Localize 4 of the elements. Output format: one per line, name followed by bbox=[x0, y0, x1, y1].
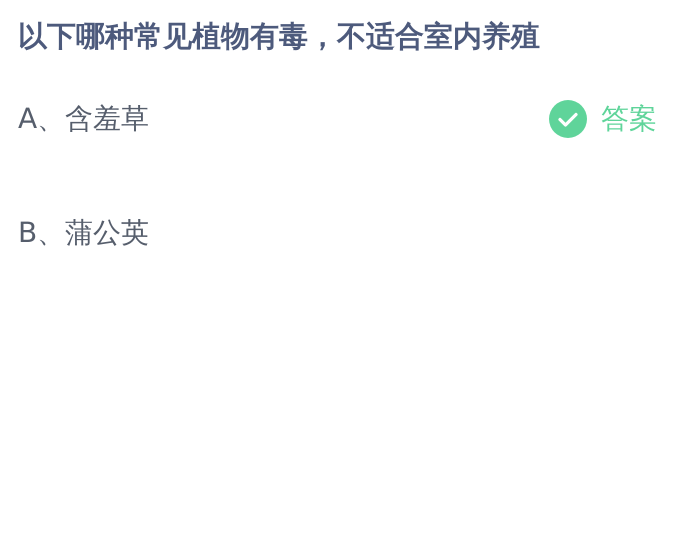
option-label[interactable]: A、含羞草 bbox=[18, 100, 150, 138]
answer-label: 答案 bbox=[601, 101, 657, 137]
question-title: 以下哪种常见植物有毒，不适合室内养殖 bbox=[18, 18, 541, 55]
option-label[interactable]: B、蒲公英 bbox=[18, 214, 150, 252]
